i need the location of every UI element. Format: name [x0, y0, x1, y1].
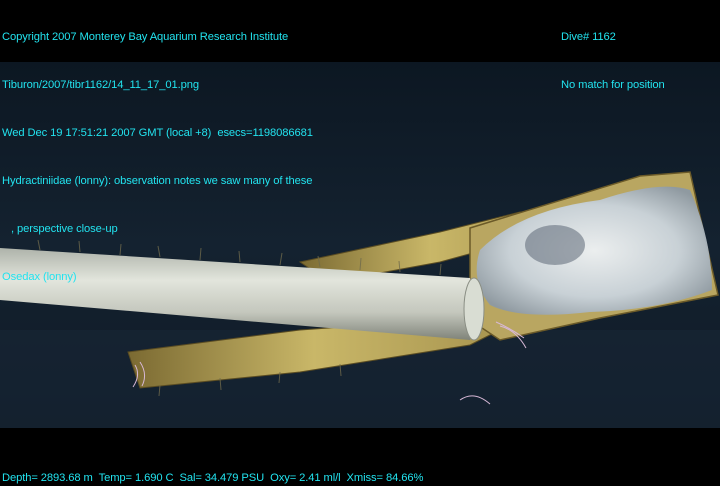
timestamp-line: Wed Dec 19 17:51:21 2007 GMT (local +8) … [2, 127, 313, 139]
sensor-readout: Depth= 2893.68 m Temp= 1.690 C Sal= 34.4… [2, 472, 424, 484]
cylinder-end [463, 277, 485, 341]
copyright-line: Copyright 2007 Monterey Bay Aquarium Res… [2, 31, 289, 43]
observation-line: Hydractiniidae (lonny): observation note… [2, 175, 313, 187]
observation-continuation-line: , perspective close-up [2, 223, 118, 235]
overlay-top-left: Copyright 2007 Monterey Bay Aquarium Res… [2, 0, 313, 301]
image-path-line: Tiburon/2007/tibr1162/14_11_17_01.png [2, 79, 200, 91]
species-line: Osedax (lonny) [2, 271, 77, 283]
position-status: No match for position [561, 79, 665, 91]
mat-shadow [525, 225, 585, 265]
overlay-top-right: Dive# 1162 No match for position [561, 0, 665, 109]
dive-number: Dive# 1162 [561, 31, 616, 43]
